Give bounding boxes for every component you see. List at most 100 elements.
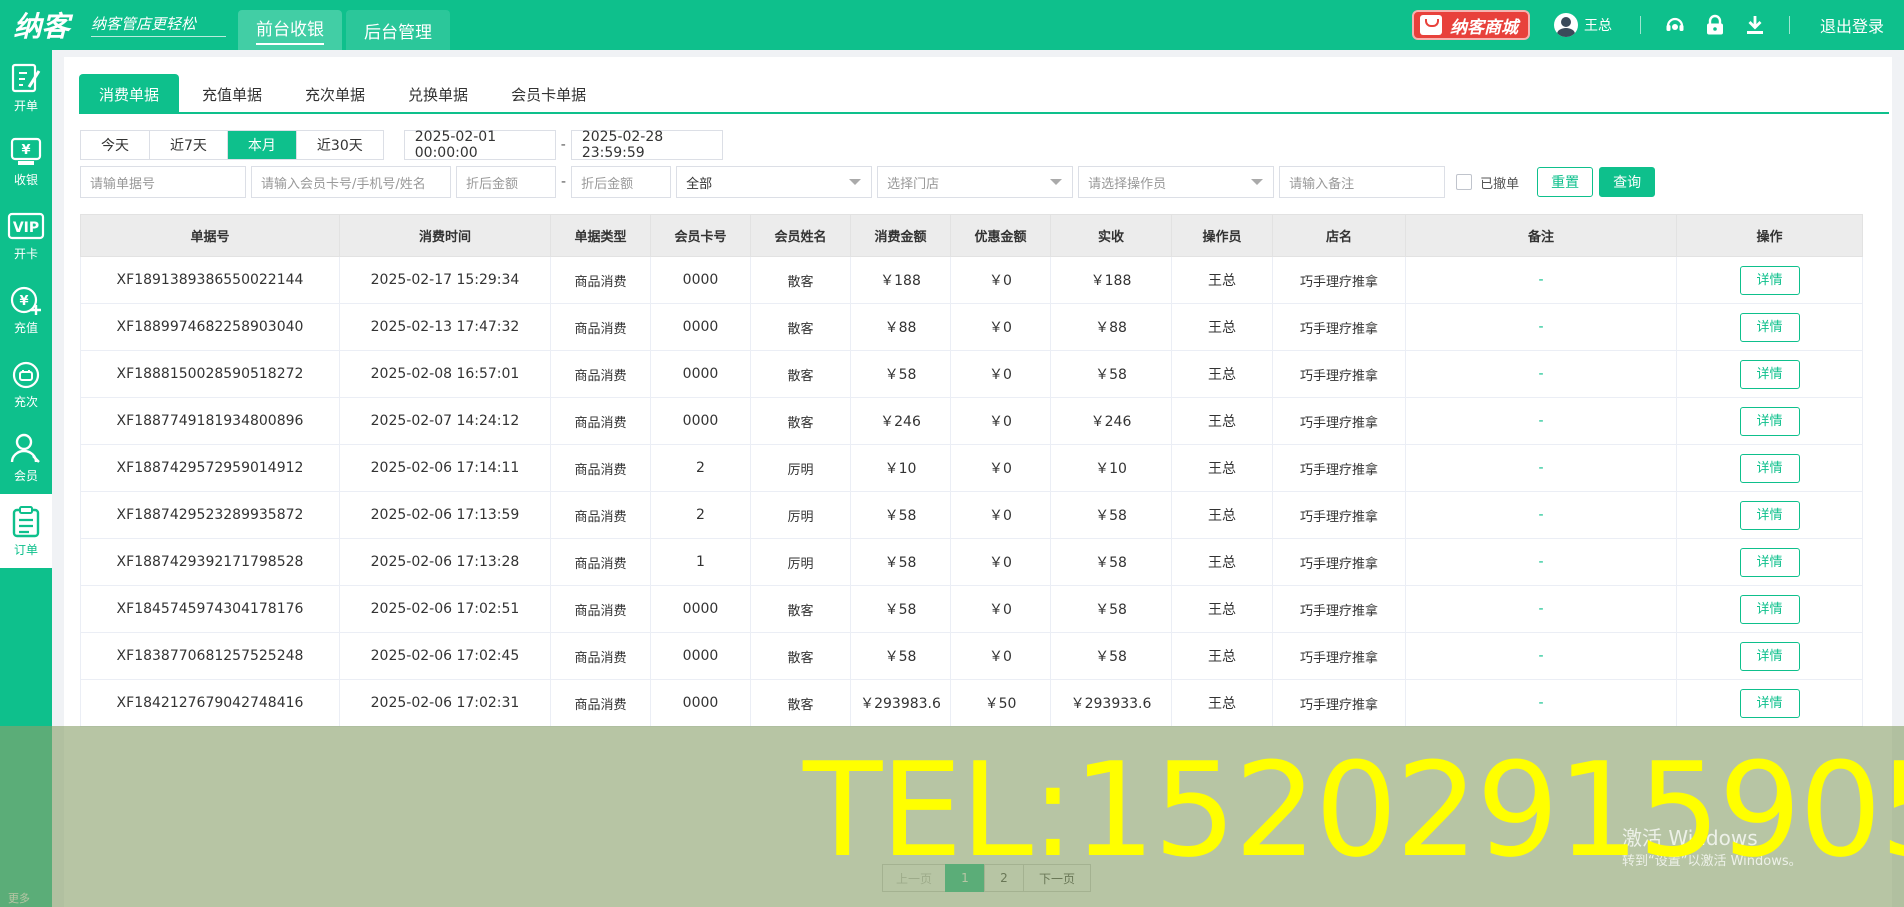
table-cell: 商品消费	[550, 632, 651, 680]
prev-page-button[interactable]: 上一页	[882, 864, 946, 892]
reset-button[interactable]: 重置	[1537, 167, 1594, 197]
user-menu[interactable]: 王总	[1553, 13, 1612, 37]
order-type-select[interactable]: 全部	[676, 166, 873, 198]
detail-button[interactable]: 详情	[1739, 594, 1800, 624]
table-cell: ￥0	[950, 303, 1051, 351]
table-cell: 巧手理疗推拿	[1272, 632, 1406, 680]
detail-button[interactable]: 详情	[1739, 547, 1800, 577]
sidebar-item-vip-card[interactable]: VIP 开卡	[0, 198, 52, 272]
table-cell: -	[1405, 350, 1677, 398]
sidebar-more[interactable]: 更多	[8, 890, 30, 906]
timer-icon	[12, 361, 40, 388]
table-cell: 王总	[1171, 397, 1273, 445]
svg-text:¥: ¥	[19, 294, 28, 309]
table-cell: 商品消费	[550, 444, 651, 492]
cell-actions: 详情	[1676, 538, 1863, 586]
range-separator: -	[561, 174, 567, 190]
table-cell: ￥0	[950, 397, 1051, 445]
table-cell: 巧手理疗推拿	[1272, 585, 1406, 633]
detail-button[interactable]: 详情	[1739, 688, 1800, 718]
order-no-input[interactable]: 请输单据号	[80, 166, 246, 198]
table-cell: 商品消费	[550, 397, 651, 445]
remark-input[interactable]: 请输入备注	[1279, 166, 1446, 198]
table-cell: ￥188	[850, 256, 951, 304]
table-row: XF1888150028590518272 2025-02-08 16:57:01…	[80, 350, 1863, 398]
next-page-button[interactable]: 下一页	[1023, 864, 1091, 892]
tab-consumption-records[interactable]: 消费单据	[79, 74, 180, 114]
table-cell: 0000	[650, 350, 751, 398]
table-cell: 散客	[750, 585, 851, 633]
sidebar-item-member[interactable]: 会员	[0, 420, 52, 494]
col-received: 实收	[1050, 214, 1172, 257]
col-operator: 操作员	[1171, 214, 1273, 257]
quick-date-this-month[interactable]: 本月	[227, 131, 297, 159]
recharge-icon: ¥	[10, 286, 41, 315]
detail-button[interactable]: 详情	[1739, 500, 1800, 530]
cashier-icon: ¥	[10, 137, 42, 165]
tab-times-records[interactable]: 充次单据	[285, 74, 385, 114]
sidebar-item-cashier[interactable]: ¥ 收银	[0, 124, 52, 198]
sidebar-item-recharge[interactable]: ¥ 充值	[0, 272, 52, 346]
mall-button[interactable]: 纳客商城	[1411, 10, 1530, 40]
amount-max-input[interactable]: 折后金额	[571, 166, 672, 198]
table-cell: 散客	[750, 256, 851, 304]
tab-backend-admin[interactable]: 后台管理	[346, 10, 450, 50]
range-separator: -	[560, 137, 566, 153]
tab-member-card-records[interactable]: 会员卡单据	[491, 74, 606, 114]
detail-button[interactable]: 详情	[1739, 453, 1800, 483]
table-cell: 2025-02-08 16:57:01	[339, 350, 551, 398]
cell-actions: 详情	[1676, 679, 1863, 727]
mall-label: 纳客商城	[1449, 17, 1518, 38]
tab-front-cashier[interactable]: 前台收银	[238, 10, 342, 50]
sidebar-item-label: 订单	[13, 542, 38, 557]
shopping-bag-icon	[1419, 15, 1442, 35]
quick-date-7days[interactable]: 近7天	[150, 131, 228, 159]
table-cell: 散客	[750, 632, 851, 680]
table-cell: 0000	[650, 256, 751, 304]
operator-select[interactable]: 请选择操作员	[1078, 166, 1275, 198]
page-2-button[interactable]: 2	[984, 864, 1024, 892]
table-cell: 2025-02-06 17:14:11	[339, 444, 551, 492]
date-to-input[interactable]: 2025-02-28 23:59:59	[570, 129, 723, 161]
logout-button[interactable]: 退出登录	[1820, 13, 1884, 37]
table-cell: 巧手理疗推拿	[1272, 491, 1406, 539]
col-time: 消费时间	[339, 214, 551, 257]
detail-button[interactable]: 详情	[1739, 359, 1800, 389]
query-button[interactable]: 查询	[1599, 167, 1656, 197]
detail-button[interactable]: 详情	[1739, 641, 1800, 671]
sidebar-item-times[interactable]: 充次	[0, 346, 52, 420]
table-cell: XF1887429572959014912	[80, 444, 340, 492]
table-cell: 2025-02-06 17:02:31	[339, 679, 551, 727]
download-icon[interactable]	[1741, 11, 1769, 39]
date-from-input[interactable]: 2025-02-01 00:00:00	[403, 129, 556, 161]
table-cell: 王总	[1171, 632, 1273, 680]
table-cell: 2025-02-06 17:13:28	[339, 538, 551, 586]
page-1-button[interactable]: 1	[945, 864, 985, 892]
table-cell: 商品消费	[550, 303, 651, 351]
table-cell: ￥246	[850, 397, 951, 445]
table-cell: 2025-02-13 17:47:32	[339, 303, 551, 351]
table-cell: 散客	[750, 679, 851, 727]
amount-min-input[interactable]: 折后金额	[456, 166, 556, 198]
quick-date-today[interactable]: 今天	[81, 131, 150, 159]
tab-recharge-records[interactable]: 充值单据	[182, 74, 282, 114]
detail-button[interactable]: 详情	[1739, 312, 1800, 342]
edit-icon	[11, 63, 41, 92]
revoked-checkbox[interactable]	[1456, 174, 1473, 190]
lock-icon[interactable]	[1701, 11, 1729, 39]
table-row: XF1887749181934800896 2025-02-07 14:24:12…	[80, 397, 1863, 445]
tab-exchange-records[interactable]: 兑换单据	[388, 74, 488, 114]
detail-button[interactable]: 详情	[1739, 406, 1800, 436]
sidebar-item-orders[interactable]: 订单	[0, 494, 52, 568]
table-cell: XF1845745974304178176	[80, 585, 340, 633]
sidebar-item-open-order[interactable]: 开单	[0, 50, 52, 124]
headset-icon[interactable]	[1661, 11, 1689, 39]
quick-date-30days[interactable]: 近30天	[297, 131, 383, 159]
cell-actions: 详情	[1676, 397, 1863, 445]
cell-actions: 详情	[1676, 350, 1863, 398]
store-select[interactable]: 选择门店	[877, 166, 1074, 198]
member-search-input[interactable]: 请输入会员卡号/手机号/姓名	[251, 166, 451, 198]
table-cell: 商品消费	[550, 538, 651, 586]
detail-button[interactable]: 详情	[1739, 265, 1800, 295]
table-cell: ￥58	[850, 585, 951, 633]
